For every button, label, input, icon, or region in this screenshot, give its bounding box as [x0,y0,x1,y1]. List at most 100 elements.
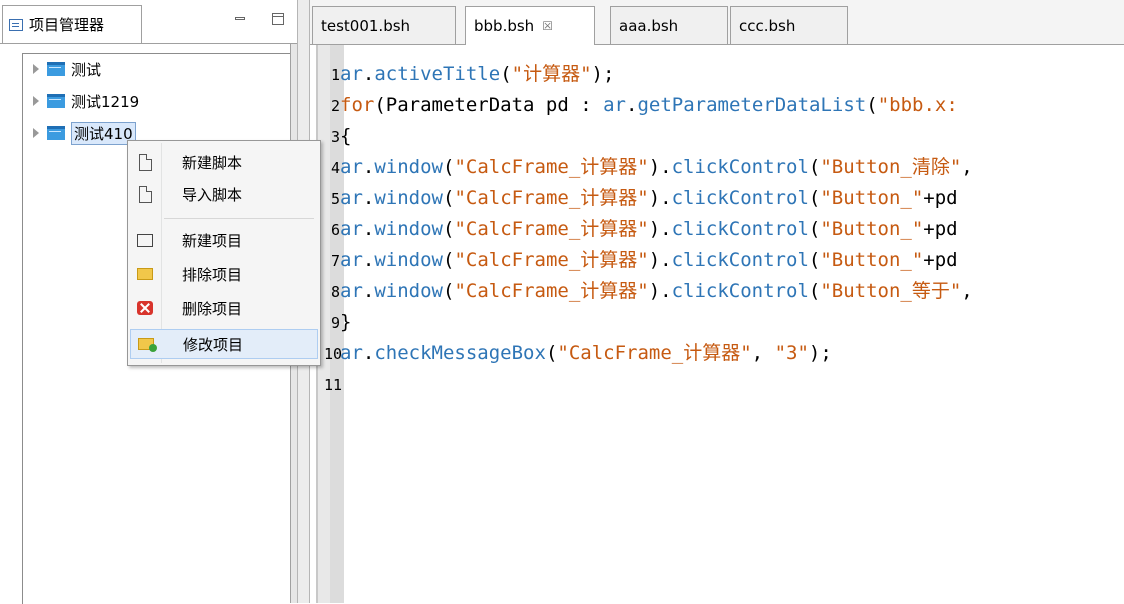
menu-item-edit-project[interactable]: 修改项目 [130,329,318,359]
menu-item-label: 删除项目 [182,299,243,318]
code-token: ar [340,156,363,178]
tree-item-label: 测试410 [71,121,136,145]
code-line[interactable]: 5ar.window("CalcFrame_计算器").clickControl… [324,183,958,214]
tree-item-selected[interactable]: 测试410 [33,121,136,145]
line-number: 5 [330,190,340,208]
code-token: "CalcFrame_计算器" [454,218,649,240]
code-line[interactable]: 6ar.window("CalcFrame_计算器").clickControl… [324,214,958,245]
code-token: . [362,280,375,302]
code-token: ); [591,63,615,85]
context-menu: 新建脚本 导入脚本 新建项目 排除项目 删除项目 修改项目 [127,140,321,366]
menu-item-import-script[interactable]: 导入脚本 [130,179,318,209]
import-script-icon [138,185,152,203]
code-token: "bbb.x: [877,94,958,116]
code-token: , [961,280,973,302]
line-number: 3 [330,128,340,146]
new-script-icon [138,153,152,171]
code-line[interactable]: 4ar.window("CalcFrame_计算器").clickControl… [324,152,973,183]
menu-item-exclude-project[interactable]: 排除项目 [130,259,318,289]
code-token: . [362,342,375,364]
delete-project-icon [137,301,153,315]
code-token: checkMessageBox [374,342,546,364]
code-token: ( [808,187,821,209]
code-token: activeTitle [374,63,501,85]
code-token: } [340,311,352,333]
minimize-icon[interactable] [234,14,246,22]
close-icon[interactable]: ☒ [542,19,553,33]
code-line[interactable]: 11 [324,369,343,400]
code-token: "计算器" [511,63,592,85]
tab-label: test001.bsh [321,16,411,35]
edit-project-icon [138,338,157,352]
code-line[interactable]: 3{ [324,121,351,152]
code-token: . [362,156,375,178]
menu-item-new-script[interactable]: 新建脚本 [130,147,318,177]
menu-item-label: 导入脚本 [182,185,243,204]
tab-label: bbb.bsh [474,17,535,35]
line-number: 4 [330,159,340,177]
menu-item-new-project[interactable]: 新建项目 [130,225,318,255]
code-token: ( [866,94,878,116]
code-token: "CalcFrame_计算器" [454,249,649,271]
line-number: 10 [324,345,343,363]
code-token: +pd [923,249,958,271]
code-token: ). [648,218,672,240]
project-explorer-tab[interactable]: 项目管理器 [2,5,142,43]
tab-test001[interactable]: test001.bsh [312,6,456,44]
code-token: ( [808,280,821,302]
code-token: clickControl [671,218,809,240]
code-token: ( [442,280,455,302]
expand-arrow-icon[interactable] [33,96,39,106]
code-token: ( [442,218,455,240]
code-token: ( [808,156,821,178]
code-token: clickControl [671,280,809,302]
line-number: 9 [330,314,340,332]
expand-arrow-icon[interactable] [33,64,39,74]
code-line[interactable]: 1ar.activeTitle("计算器"); [324,59,614,90]
line-number: 11 [324,376,343,394]
code-line[interactable]: 9} [324,307,351,338]
code-token: ). [648,280,672,302]
new-project-icon [137,233,153,247]
code-token: . [626,94,638,116]
tree-item-label: 测试1219 [71,92,140,111]
expand-arrow-icon[interactable] [33,128,39,138]
code-token: , [751,342,775,364]
code-line[interactable]: 10ar.checkMessageBox("CalcFrame_计算器", "3… [324,338,832,369]
code-token: "CalcFrame_计算器" [557,342,752,364]
code-token: . [362,63,375,85]
folder-icon [47,126,65,140]
code-token: . [362,187,375,209]
tab-label: ccc.bsh [739,16,796,35]
code-token: ( [442,187,455,209]
menu-item-delete-project[interactable]: 删除项目 [130,293,318,323]
tab-ccc[interactable]: ccc.bsh [730,6,848,44]
tab-bbb[interactable]: bbb.bsh ☒ [465,6,595,45]
line-number: 2 [330,97,340,115]
code-token: ar [340,187,363,209]
code-token: window [374,156,443,178]
tree-item-label: 测试 [71,60,102,79]
folder-icon [47,62,65,76]
tree-item[interactable]: 测试 [33,58,101,80]
maximize-icon[interactable] [272,13,284,25]
code-token: . [362,218,375,240]
menu-item-label: 排除项目 [182,265,243,284]
code-line[interactable]: 2for(ParameterData pd : ar.getParameterD… [324,90,958,121]
code-token: ar [340,342,363,364]
code-line[interactable]: 7ar.window("CalcFrame_计算器").clickControl… [324,245,958,276]
code-token: ar [340,63,363,85]
code-token: ar [603,94,626,116]
code-token: clickControl [671,187,809,209]
code-token: ( [442,249,455,271]
code-token: ( [808,249,821,271]
tab-aaa[interactable]: aaa.bsh [610,6,728,44]
code-editor[interactable]: 1ar.activeTitle("计算器"); 2for(ParameterDat… [310,45,1124,603]
tab-label: aaa.bsh [619,16,679,35]
code-line[interactable]: 8ar.window("CalcFrame_计算器").clickControl… [324,276,973,307]
exclude-project-icon [137,268,153,280]
code-token: window [374,249,443,271]
code-token: for [340,94,375,116]
tree-item[interactable]: 测试1219 [33,90,139,112]
code-token: window [374,187,443,209]
